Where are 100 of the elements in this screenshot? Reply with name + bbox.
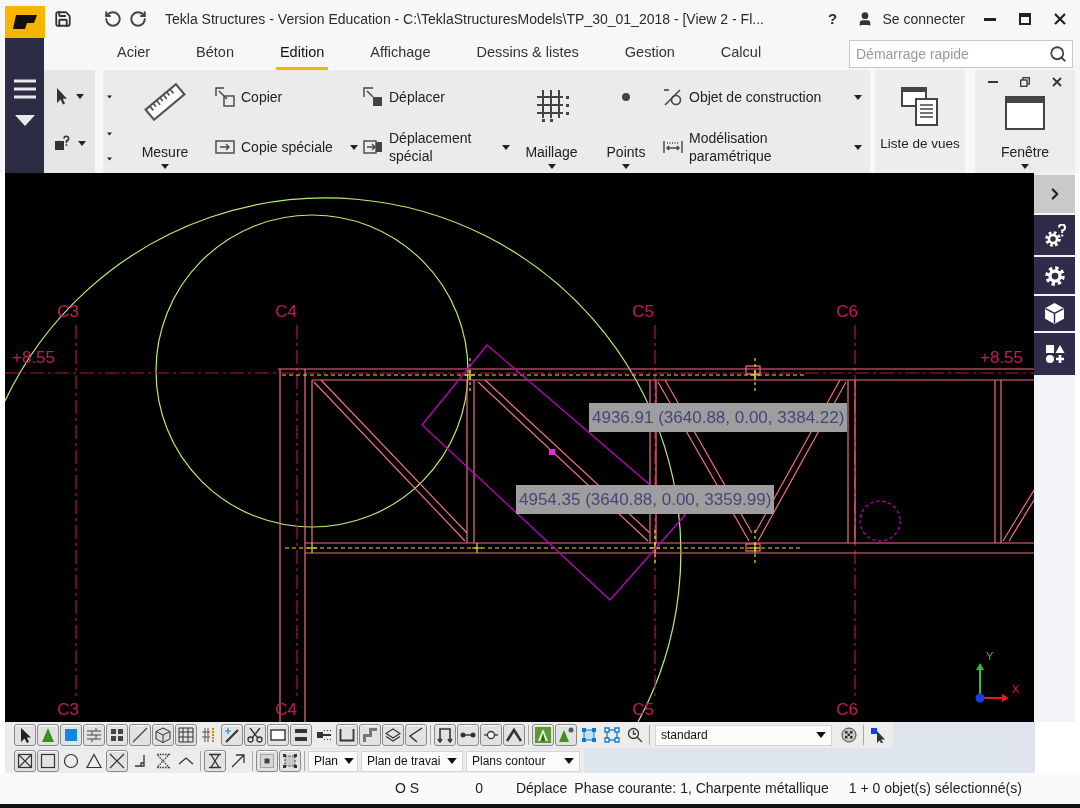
construction-object-button[interactable]: Objet de construction xyxy=(663,83,862,111)
minimize-icon xyxy=(988,81,998,83)
toggle-button[interactable] xyxy=(279,750,301,772)
caret-icon xyxy=(547,164,556,169)
toggle-button[interactable] xyxy=(152,724,174,746)
ribbon-tab[interactable]: Affichage xyxy=(366,38,435,70)
copy-special-button[interactable]: Copie spéciale xyxy=(215,128,358,166)
undo-icon[interactable] xyxy=(104,10,122,28)
frame-arrows-icon xyxy=(437,727,453,743)
dot-icon xyxy=(622,93,630,101)
points-button[interactable]: Points xyxy=(597,70,655,173)
toggle-button[interactable] xyxy=(503,724,525,746)
move-special-button[interactable]: Déplacement spécial xyxy=(363,128,510,166)
restore-button[interactable] xyxy=(1019,76,1031,88)
grid-label: C6 xyxy=(836,700,858,720)
toggle-button[interactable] xyxy=(244,724,266,746)
caret-icon xyxy=(816,732,826,738)
caret-icon xyxy=(75,93,84,99)
caret-icon xyxy=(106,95,112,99)
plane-dropdown[interactable]: Plans contour xyxy=(466,750,580,772)
select-tool-button[interactable] xyxy=(55,87,84,105)
ribbon-tab[interactable]: Gestion xyxy=(620,38,679,70)
magnifier-icon xyxy=(627,727,643,743)
checker-circle-icon xyxy=(841,727,857,743)
parametric-modeling-button[interactable]: Modélisation paramétrique xyxy=(663,128,862,166)
search-icon[interactable] xyxy=(1049,45,1067,63)
toggle-button[interactable] xyxy=(290,724,312,746)
toggle-button[interactable] xyxy=(457,724,479,746)
toggle-button[interactable] xyxy=(359,724,381,746)
toggle-button[interactable] xyxy=(60,724,82,746)
toggle-button[interactable] xyxy=(106,724,128,746)
panel-button[interactable] xyxy=(1034,296,1075,331)
wand-icon xyxy=(224,727,240,743)
view-list-button[interactable]: Liste de vues xyxy=(875,70,965,173)
line-icon xyxy=(132,727,148,743)
toggle-button[interactable] xyxy=(434,724,456,746)
menu-button[interactable] xyxy=(13,78,36,100)
triangle-tile-icon xyxy=(535,727,551,743)
dashed-square-icon xyxy=(282,753,298,769)
ribbon-tab[interactable]: Acier xyxy=(113,38,155,70)
circle-icon xyxy=(63,753,79,769)
collapse-button[interactable] xyxy=(13,114,36,126)
toggle-button[interactable] xyxy=(204,750,226,772)
axis-label: X xyxy=(1012,683,1020,695)
panel-button[interactable] xyxy=(1034,333,1075,375)
move-button[interactable]: Déplacer xyxy=(363,83,510,111)
toggle-button[interactable] xyxy=(37,750,59,772)
cube-icon xyxy=(1045,303,1064,324)
ribbon-tab[interactable]: Calcul xyxy=(716,38,766,70)
selection-count-text: 1 + 0 objet(s) sélectionné(s) xyxy=(848,779,1022,798)
copy-button[interactable]: Copier xyxy=(215,83,358,111)
toggle-button[interactable] xyxy=(838,724,860,746)
caret-icon xyxy=(106,132,112,136)
minimize-icon xyxy=(984,17,996,21)
handle-point xyxy=(549,449,555,455)
sign-in-link[interactable]: Se connecter xyxy=(882,8,965,30)
toggle-button[interactable] xyxy=(175,724,197,746)
grid-button[interactable]: Maillage xyxy=(520,70,583,173)
toggle-button[interactable] xyxy=(256,750,278,772)
toggle-button[interactable] xyxy=(405,724,427,746)
angle-icon xyxy=(408,727,424,743)
toggle-button[interactable] xyxy=(14,750,36,772)
save-icon[interactable] xyxy=(54,10,72,28)
redo-icon[interactable] xyxy=(129,10,147,28)
ribbon-tab[interactable]: Dessins & listes xyxy=(472,38,583,70)
hourglass-icon xyxy=(207,753,223,769)
plane-dropdown[interactable]: Plan xyxy=(308,750,358,772)
toggle-button[interactable] xyxy=(37,724,59,746)
panel-button[interactable] xyxy=(1034,257,1075,294)
brick-icon xyxy=(86,727,102,743)
arrow-icon xyxy=(230,753,246,769)
triangle-icon xyxy=(40,727,56,743)
move-special-icon xyxy=(363,137,383,157)
construction-object-icon xyxy=(663,87,683,107)
filter-dropdown[interactable]: standard xyxy=(655,724,832,746)
logo-icon[interactable] xyxy=(5,6,45,38)
toggle-button[interactable] xyxy=(382,724,404,746)
help-button[interactable]: ? xyxy=(822,7,843,31)
toggle-button[interactable] xyxy=(221,724,243,746)
perpendicular-icon xyxy=(132,753,148,769)
square-icon xyxy=(63,727,79,743)
ribbon-tab[interactable]: Béton xyxy=(192,38,238,70)
toggle-button[interactable] xyxy=(532,724,554,746)
toggle-button[interactable] xyxy=(480,724,502,746)
toggle-button[interactable] xyxy=(129,724,151,746)
toggle-button[interactable] xyxy=(555,724,577,746)
toggle-button[interactable] xyxy=(336,724,358,746)
panel-button[interactable] xyxy=(1034,215,1075,255)
toggle-button[interactable] xyxy=(601,724,623,746)
toggle-button[interactable] xyxy=(267,724,289,746)
toggle-button[interactable] xyxy=(83,724,105,746)
toggle-button[interactable] xyxy=(106,750,128,772)
inquire-tool-button[interactable] xyxy=(53,135,86,151)
cross-icon xyxy=(109,753,125,769)
close-button[interactable] xyxy=(1051,76,1063,88)
toggle-button[interactable] xyxy=(14,724,36,746)
measure-button[interactable]: Mesure xyxy=(130,70,200,173)
caret-icon xyxy=(106,157,112,161)
plane-dropdown[interactable]: Plan de travai xyxy=(361,750,463,772)
quick-launch-search-field[interactable]: Démarrage rapide xyxy=(849,40,1073,68)
